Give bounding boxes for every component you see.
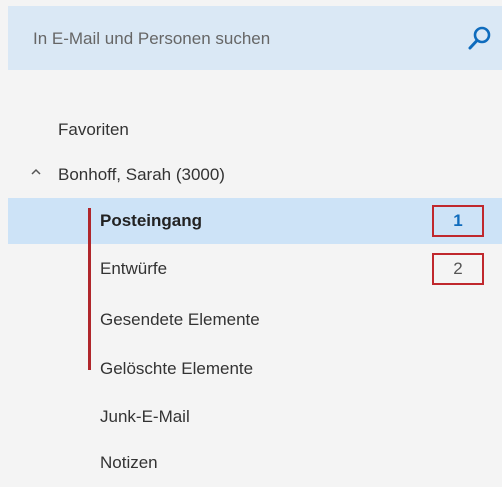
folder-label: Junk-E-Mail [100, 407, 190, 426]
sidebar-item-inbox[interactable]: Posteingang 1 [8, 198, 502, 244]
folder-label: Posteingang [100, 211, 203, 230]
favorites-header[interactable]: Favoriten [8, 107, 502, 153]
draft-count-badge: 2 [432, 253, 484, 285]
sidebar-item-sent[interactable]: Gesendete Elemente [8, 297, 502, 343]
favorites-label: Favoriten [58, 120, 129, 139]
account-header[interactable]: Bonhoff, Sarah (3000) [8, 152, 502, 198]
folder-label: Notizen [100, 453, 158, 472]
account-label: Bonhoff, Sarah (3000) [58, 165, 225, 184]
sidebar-item-deleted[interactable]: Gelöschte Elemente [8, 346, 502, 392]
sidebar-item-junk[interactable]: Junk-E-Mail [8, 394, 502, 440]
folder-label: Gelöschte Elemente [100, 359, 254, 378]
folder-label: Entwürfe [100, 259, 168, 278]
sidebar-item-drafts[interactable]: Entwürfe 2 [8, 246, 502, 292]
sidebar-item-notes[interactable]: Notizen [8, 440, 502, 486]
unread-count-badge: 1 [432, 205, 484, 237]
search-input[interactable] [33, 27, 453, 51]
folder-label: Gesendete Elemente [100, 310, 260, 329]
annotation-bracket [88, 208, 91, 370]
search-bar [8, 6, 502, 70]
search-icon[interactable] [466, 24, 494, 52]
chevron-up-icon[interactable] [30, 166, 42, 178]
